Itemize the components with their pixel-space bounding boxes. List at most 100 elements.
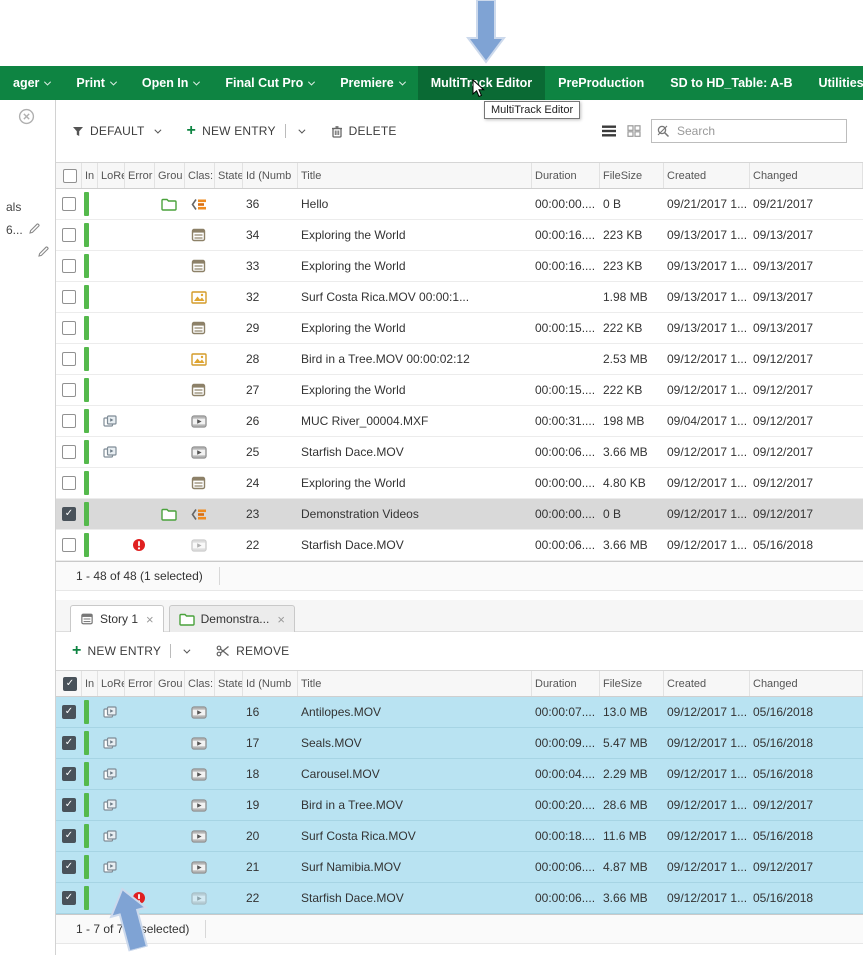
row-checkbox[interactable] (62, 476, 76, 490)
table-row[interactable]: ✓23Demonstration Videos00:00:00....0 B09… (56, 499, 863, 530)
column-header-state[interactable]: State (215, 671, 243, 696)
column-header-created[interactable]: Created (664, 163, 750, 188)
column-header-grou[interactable]: Grou (155, 163, 185, 188)
row-checkbox[interactable] (62, 538, 76, 552)
menu-item-preproduction[interactable]: PreProduction (545, 66, 657, 100)
close-icon[interactable] (18, 108, 35, 130)
collection-tab-story-1[interactable]: Story 1× (70, 605, 164, 632)
column-header-id-numb[interactable]: Id (Numb (243, 671, 298, 696)
table-row[interactable]: ✓20Surf Costa Rica.MOV00:00:18....11.6 M… (56, 821, 863, 852)
table-row[interactable]: ✓18Carousel.MOV00:00:04....2.29 MB09/12/… (56, 759, 863, 790)
table-row[interactable]: ✓22Starfish Dace.MOV00:00:06....3.66 MB0… (56, 883, 863, 914)
table-row[interactable]: ✓21Surf Namibia.MOV00:00:06....4.87 MB09… (56, 852, 863, 883)
list-view-button[interactable] (601, 125, 617, 137)
cell-online (82, 499, 98, 529)
cell-checkbox (56, 251, 82, 281)
table-row[interactable]: 28Bird in a Tree.MOV 00:00:02:122.53 MB0… (56, 344, 863, 375)
row-checkbox[interactable]: ✓ (62, 798, 76, 812)
row-checkbox[interactable] (62, 290, 76, 304)
row-checkbox[interactable] (62, 414, 76, 428)
column-header-state[interactable]: State (215, 163, 243, 188)
filter-default-button[interactable]: DEFAULT (72, 124, 159, 138)
table-row[interactable]: 32Surf Costa Rica.MOV 00:00:1...1.98 MB0… (56, 282, 863, 313)
cell-duration: 00:00:06.... (532, 852, 600, 882)
table-row[interactable]: 34Exploring the World00:00:16....223 KB0… (56, 220, 863, 251)
row-checkbox[interactable] (62, 197, 76, 211)
column-header-duration[interactable]: Duration (532, 163, 600, 188)
row-checkbox[interactable] (62, 352, 76, 366)
cell-created: 09/21/2017 1... (664, 189, 750, 219)
new-entry-button[interactable]: + NEW ENTRY (72, 644, 188, 658)
row-checkbox[interactable]: ✓ (62, 891, 76, 905)
delete-button[interactable]: DELETE (331, 124, 397, 138)
column-header-changed[interactable]: Changed (750, 163, 863, 188)
menu-item-open-in[interactable]: Open In (129, 66, 213, 100)
row-checkbox[interactable] (62, 259, 76, 273)
header-checkbox[interactable] (63, 169, 77, 183)
column-header-clas[interactable]: Clas: (185, 163, 215, 188)
table-row[interactable]: 25Starfish Dace.MOV00:00:06....3.66 MB09… (56, 437, 863, 468)
column-header-duration[interactable]: Duration (532, 671, 600, 696)
edit-pencil-icon[interactable] (28, 222, 41, 238)
row-checkbox[interactable]: ✓ (62, 705, 76, 719)
column-header-in[interactable]: In (82, 671, 98, 696)
column-header-filesize[interactable]: FileSize (600, 671, 664, 696)
menu-item-utilities[interactable]: Utilities (805, 66, 863, 100)
column-header-id-numb[interactable]: Id (Numb (243, 163, 298, 188)
menu-item-print[interactable]: Print (63, 66, 128, 100)
row-checkbox[interactable]: ✓ (62, 736, 76, 750)
menu-item-premiere[interactable]: Premiere (327, 66, 418, 100)
row-checkbox[interactable]: ✓ (62, 829, 76, 843)
table-row[interactable]: ✓16Antilopes.MOV00:00:07....13.0 MB09/12… (56, 697, 863, 728)
table-row[interactable]: ✓17Seals.MOV00:00:09....5.47 MB09/12/201… (56, 728, 863, 759)
table-row[interactable]: 36Hello00:00:00....0 B09/21/2017 1...09/… (56, 189, 863, 220)
column-header-title[interactable]: Title (298, 163, 532, 188)
column-header-title[interactable]: Title (298, 671, 532, 696)
new-entry-button[interactable]: + NEW ENTRY (187, 124, 303, 138)
row-checkbox[interactable] (62, 445, 76, 459)
collection-tabs: Story 1×Demonstra...× (56, 600, 863, 632)
cell-group (155, 437, 185, 467)
table-row[interactable]: ✓19Bird in a Tree.MOV00:00:20....28.6 MB… (56, 790, 863, 821)
cell-created: 09/12/2017 1... (664, 883, 750, 913)
tab-close-icon[interactable]: × (277, 612, 285, 627)
column-header-changed[interactable]: Changed (750, 671, 863, 696)
cell-error (125, 728, 155, 758)
column-header-filesize[interactable]: FileSize (600, 163, 664, 188)
menu-item-final-cut-pro[interactable]: Final Cut Pro (212, 66, 327, 100)
column-header-error[interactable]: Error (125, 671, 155, 696)
table-row[interactable]: 33Exploring the World00:00:16....223 KB0… (56, 251, 863, 282)
cell-duration: 00:00:20.... (532, 790, 600, 820)
row-checkbox[interactable] (62, 383, 76, 397)
row-checkbox[interactable]: ✓ (62, 507, 76, 521)
grid-view-button[interactable] (627, 125, 641, 137)
menu-item-sd-to-hd-table-a-b[interactable]: SD to HD_Table: A-B (657, 66, 805, 100)
table-row[interactable]: 27Exploring the World00:00:15....222 KB0… (56, 375, 863, 406)
cell-checkbox (56, 282, 82, 312)
table-row[interactable]: 22Starfish Dace.MOV00:00:06....3.66 MB09… (56, 530, 863, 561)
tab-close-icon[interactable]: × (146, 612, 154, 627)
column-header-created[interactable]: Created (664, 671, 750, 696)
row-checkbox[interactable] (62, 228, 76, 242)
column-header-in[interactable]: In (82, 163, 98, 188)
cell-duration: 00:00:09.... (532, 728, 600, 758)
table-row[interactable]: 26MUC River_00004.MXF00:00:31....198 MB0… (56, 406, 863, 437)
column-header-lore[interactable]: LoRe (98, 671, 125, 696)
column-header-error[interactable]: Error (125, 163, 155, 188)
remove-button[interactable]: REMOVE (216, 644, 289, 658)
row-checkbox[interactable]: ✓ (62, 860, 76, 874)
column-header-lore[interactable]: LoRe (98, 163, 125, 188)
table-row[interactable]: 29Exploring the World00:00:15....222 KB0… (56, 313, 863, 344)
table-row[interactable]: 24Exploring the World00:00:00....4.80 KB… (56, 468, 863, 499)
lores-icon (103, 768, 117, 780)
menu-item-ager[interactable]: ager (0, 66, 63, 100)
chevron-down-icon (184, 646, 191, 653)
column-header-grou[interactable]: Grou (155, 671, 185, 696)
search-input[interactable] (675, 123, 842, 139)
edit-pencil-icon[interactable] (37, 245, 50, 262)
collection-tab-demonstra[interactable]: Demonstra...× (169, 605, 295, 632)
row-checkbox[interactable]: ✓ (62, 767, 76, 781)
column-header-clas[interactable]: Clas: (185, 671, 215, 696)
header-checkbox[interactable]: ✓ (63, 677, 77, 691)
row-checkbox[interactable] (62, 321, 76, 335)
